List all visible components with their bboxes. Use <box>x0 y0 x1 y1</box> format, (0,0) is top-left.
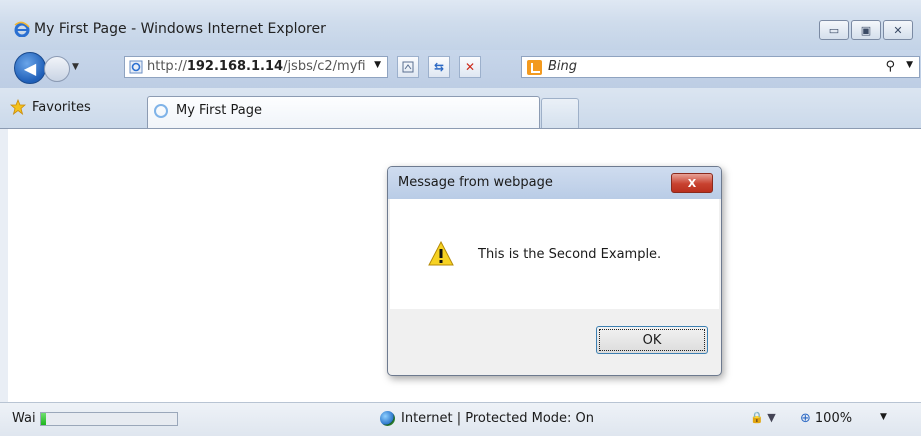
search-icon[interactable]: ⚲ <box>885 59 895 74</box>
compatibility-view-button[interactable] <box>397 56 419 78</box>
window-controls: ▭ ▣ ✕ <box>819 20 913 40</box>
page-icon <box>129 60 143 74</box>
navigation-bar: ◀ ▼ http://192.168.1.14/jsbs/c2/myfir ▼ … <box>0 50 921 88</box>
loading-icon <box>154 104 168 118</box>
maximize-button[interactable]: ▣ <box>851 20 881 40</box>
search-dropdown-icon[interactable]: ▼ <box>906 60 913 70</box>
status-text: Wai <box>12 411 36 426</box>
manage-addons-icon[interactable]: 🔒 ▼ <box>750 411 776 424</box>
stop-icon: ✕ <box>464 60 476 74</box>
dialog-footer: OK <box>390 309 719 373</box>
favorites-button[interactable]: Favorites <box>10 99 91 115</box>
back-button[interactable]: ◀ <box>14 52 46 84</box>
favorites-bar: Favorites My First Page <box>0 88 921 129</box>
window-title: My First Page - Windows Internet Explore… <box>34 21 326 37</box>
tab-my-first-page[interactable]: My First Page <box>147 96 540 128</box>
bing-icon <box>527 60 542 75</box>
warning-icon <box>428 241 454 266</box>
alert-dialog: Message from webpage X This is the Secon… <box>387 166 722 376</box>
search-box[interactable]: Bing ⚲ ▼ <box>521 56 920 78</box>
new-tab-button[interactable] <box>541 98 579 128</box>
favorites-label: Favorites <box>32 99 91 115</box>
refresh-button[interactable]: ⇆ <box>428 56 450 78</box>
dialog-close-button[interactable]: X <box>671 173 713 193</box>
dialog-title-bar: Message from webpage X <box>388 167 721 199</box>
minimize-button[interactable]: ▭ <box>819 20 849 40</box>
star-icon <box>10 99 26 115</box>
internet-explorer-icon <box>14 21 30 37</box>
tab-label: My First Page <box>176 103 263 118</box>
page-load-progress-bar <box>40 412 178 426</box>
globe-icon <box>380 411 395 426</box>
zone-text: Internet | Protected Mode: On <box>401 411 595 426</box>
recent-pages-dropdown-icon[interactable]: ▼ <box>72 62 79 72</box>
status-bar: Wai Internet | Protected Mode: On 🔒 ▼ ⊕ … <box>0 402 921 436</box>
progress-fill <box>41 413 47 425</box>
security-zone[interactable]: Internet | Protected Mode: On <box>380 411 594 426</box>
dialog-message: This is the Second Example. <box>478 247 662 262</box>
address-url[interactable]: http://192.168.1.14/jsbs/c2/myfir <box>147 59 365 74</box>
dialog-body: This is the Second Example. <box>390 199 719 309</box>
refresh-icon: ⇆ <box>433 60 445 74</box>
zoom-level: 100% <box>814 411 853 426</box>
stop-button[interactable]: ✕ <box>459 56 481 78</box>
zoom-icon: ⊕ <box>800 411 811 426</box>
close-window-button[interactable]: ✕ <box>883 20 913 40</box>
title-bar: My First Page - Windows Internet Explore… <box>0 0 921 50</box>
ok-button[interactable]: OK <box>596 326 708 354</box>
address-dropdown-icon[interactable]: ▼ <box>374 60 381 70</box>
back-arrow-icon: ◀ <box>23 58 37 78</box>
dialog-title: Message from webpage <box>398 175 553 190</box>
address-bar[interactable]: http://192.168.1.14/jsbs/c2/myfir ▼ <box>124 56 388 78</box>
forward-button[interactable] <box>44 56 70 82</box>
zoom-control[interactable]: ⊕ 100% <box>800 411 852 426</box>
compatibility-view-icon <box>402 61 414 73</box>
zoom-dropdown-icon[interactable]: ▼ <box>880 412 887 422</box>
search-placeholder[interactable]: Bing <box>548 59 577 74</box>
